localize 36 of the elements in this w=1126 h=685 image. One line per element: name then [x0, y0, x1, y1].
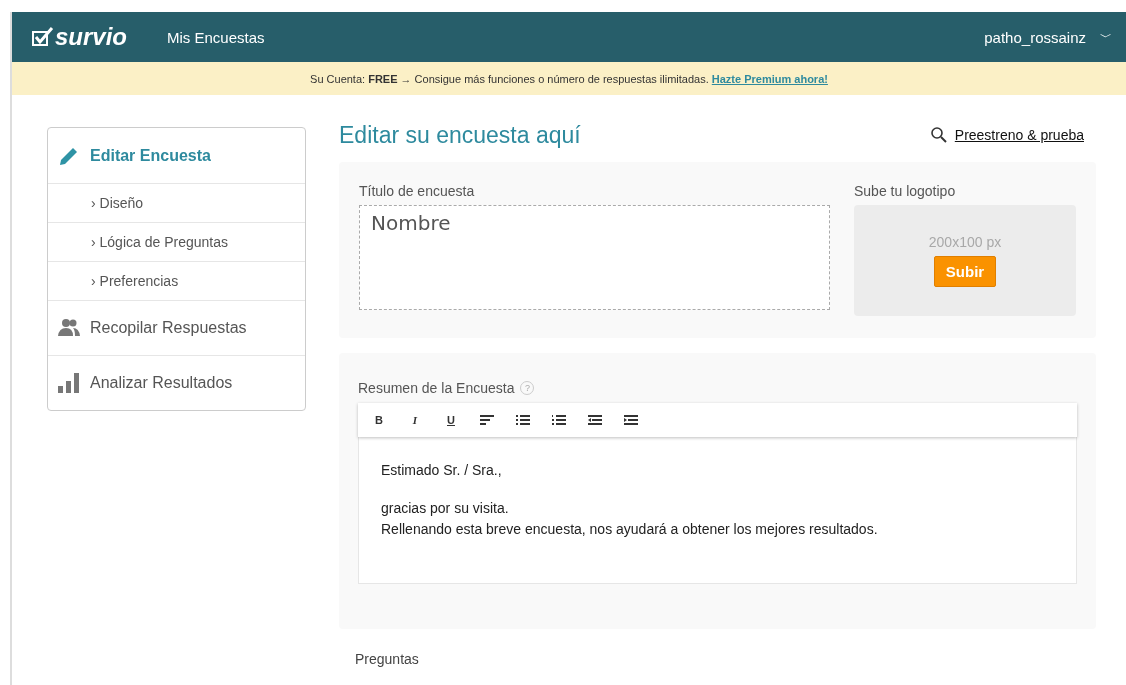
title-field[interactable]: Nombre: [359, 205, 830, 310]
size-hint: 200x100 px: [928, 234, 1002, 250]
outdent-icon[interactable]: [588, 415, 602, 425]
italic-button[interactable]: I: [408, 414, 422, 426]
field-label: Título de encuesta: [359, 183, 476, 199]
sidebar-subitem[interactable]: › Lógica de Preguntas: [48, 222, 305, 261]
sidebar-item[interactable]: Recopilar Respuestas: [48, 300, 305, 355]
sidebar-item[interactable]: Analizar Resultados: [48, 355, 305, 410]
indent-icon[interactable]: [624, 415, 638, 425]
nav-link[interactable]: Mis Encuestas: [167, 28, 265, 46]
page-title: Editar su encuesta aquí: [339, 121, 581, 149]
section-label: Preguntas: [355, 651, 420, 667]
premium-link[interactable]: Hazte Premium ahora!: [711, 72, 828, 85]
align-left-icon[interactable]: [480, 415, 494, 425]
preview-link[interactable]: Preestreno & prueba: [954, 127, 1084, 143]
bar-chart-icon: [58, 373, 80, 393]
users-icon: [58, 318, 80, 338]
sidebar-subitem[interactable]: › Preferencias: [48, 261, 305, 300]
underline-button[interactable]: U: [444, 414, 458, 426]
summary-text: gracias por su visita.: [381, 499, 510, 517]
user-menu[interactable]: patho_rossainz: [984, 28, 1086, 46]
checkbox-icon: [32, 27, 54, 47]
field-label: Sube tu logotipo: [854, 183, 957, 199]
sidebar-subitem[interactable]: › Diseño: [48, 183, 305, 222]
bold-button[interactable]: B: [372, 414, 386, 426]
summary-text: Estimado Sr. / Sra.,: [381, 461, 503, 479]
field-label: Resumen de la Encuesta: [358, 380, 515, 396]
search-icon: [930, 127, 947, 143]
logo[interactable]: survio: [32, 23, 128, 51]
banner-text: Su Cuenta: FREE → Consigue más funciones o número de respuestas ilimitadas. Hazte Premium ahora!: [310, 72, 828, 85]
chevron-icon[interactable]: ﹀: [1100, 28, 1112, 46]
summary-text: Rellenando esta breve encuesta, nos ayudará a obtener los mejores resultados.: [381, 520, 879, 539]
bullet-list-icon[interactable]: [516, 415, 530, 425]
summary-editor[interactable]: Estimado Sr. / Sra., gracias por su visita. Rellenando esta breve encuesta, nos ayudará a obtener los mejores resultados.: [358, 437, 1077, 584]
sidebar-item[interactable]: Editar Encuesta: [48, 128, 305, 183]
numbered-list-icon[interactable]: [552, 415, 566, 425]
